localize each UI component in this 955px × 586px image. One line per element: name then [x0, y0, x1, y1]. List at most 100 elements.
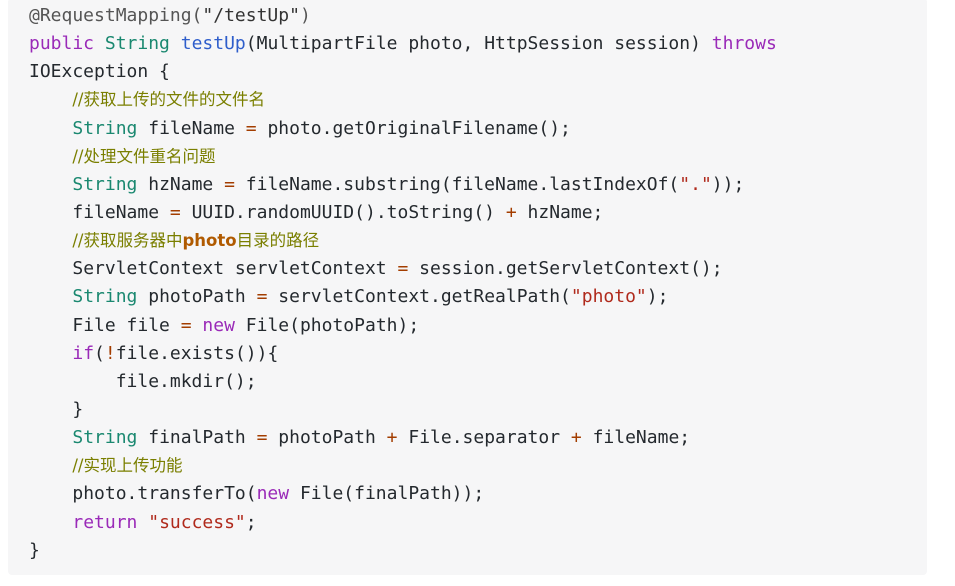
code-token: );	[646, 286, 669, 308]
code-token: ServletContext servletContext	[72, 258, 398, 280]
code-token: fileName;	[581, 427, 691, 449]
code-token: }	[72, 398, 84, 420]
code-token: testUp	[180, 33, 246, 55]
code-token: +	[570, 427, 582, 449]
code-line: //实现上传功能	[29, 452, 927, 480]
code-token: //获取上传的文件的文件名	[72, 90, 265, 110]
code-token: =	[180, 314, 192, 336]
code-token: photo.transferTo(	[72, 483, 257, 505]
code-token: String	[72, 117, 138, 139]
code-token: @RequestMapping(	[29, 5, 203, 26]
code-token: =	[256, 286, 268, 308]
code-token: File(photoPath);	[234, 314, 420, 336]
code-token: if	[72, 342, 95, 364]
code-token: finalPath	[137, 427, 257, 449]
code-line: file.mkdir();	[29, 368, 927, 396]
code-token: !	[104, 342, 116, 364]
code-block[interactable]: @RequestMapping("/testUp") public String …	[8, 0, 927, 575]
code-token: UUID.randomUUID().toString()	[180, 201, 506, 223]
code-token: +	[505, 201, 517, 223]
code-line: String fileName = photo.getOriginalFilen…	[29, 115, 927, 143]
code-token: "."	[679, 173, 712, 195]
code-token: servletContext.getRealPath(	[267, 286, 571, 308]
code-token: (	[94, 342, 105, 364]
code-token: photoPath	[137, 286, 257, 308]
code-token: =	[169, 201, 181, 223]
code-token: 目录的路径	[236, 231, 320, 251]
code-line: IOException {	[29, 58, 927, 86]
code-token: throws	[711, 33, 777, 55]
code-line: public String testUp(MultipartFile photo…	[29, 30, 927, 58]
code-line: //处理文件重名问题	[29, 143, 927, 171]
code-token: hzName	[137, 173, 225, 195]
code-line: if(!file.exists()){	[29, 340, 927, 368]
code-token: //实现上传功能	[72, 456, 183, 476]
code-token: new	[256, 483, 290, 505]
code-token: }	[29, 539, 40, 561]
code-token: =	[245, 117, 257, 139]
code-token: String	[72, 286, 138, 308]
code-token: //处理文件重名问题	[72, 146, 216, 166]
code-token: (MultipartFile photo, HttpSession sessio…	[245, 33, 712, 55]
code-token: "success"	[148, 511, 246, 533]
code-token: photoPath	[267, 427, 387, 449]
code-line: String photoPath = servletContext.getRea…	[29, 283, 927, 311]
code-line: //获取服务器中photo目录的路径	[29, 227, 927, 255]
code-token: =	[397, 258, 409, 280]
code-line: String hzName = fileName.substring(fileN…	[29, 171, 927, 199]
code-token: String	[72, 173, 138, 195]
code-token: )	[299, 5, 311, 26]
code-token: "photo"	[570, 286, 647, 308]
code-token: String	[72, 427, 138, 449]
code-line: photo.transferTo(new File(finalPath));	[29, 480, 927, 508]
code-token: return	[72, 511, 138, 533]
code-token: File(finalPath));	[289, 483, 485, 505]
code-token: file.exists()){	[115, 342, 279, 364]
code-token: String	[104, 33, 170, 55]
code-token: =	[224, 173, 235, 195]
code-token: //获取服务器中	[72, 231, 183, 251]
code-token: IOException {	[29, 61, 170, 83]
code-token: photo	[182, 231, 237, 251]
code-line: File file = new File(photoPath);	[29, 312, 927, 340]
code-line: @RequestMapping("/testUp")	[29, 2, 927, 30]
code-token: public	[29, 33, 95, 55]
code-token: ;	[245, 511, 257, 533]
code-line: String finalPath = photoPath + File.sepa…	[29, 424, 927, 452]
code-token: new	[202, 314, 235, 336]
code-token: fileName	[137, 117, 246, 139]
code-line: }	[29, 396, 927, 424]
code-token: photo.getOriginalFilename();	[256, 117, 571, 139]
code-token: File file	[72, 314, 181, 336]
code-token: ));	[711, 173, 745, 195]
code-token: File.separator	[397, 427, 571, 449]
code-token: fileName	[72, 201, 170, 223]
code-token: file.mkdir();	[115, 370, 257, 392]
code-token: +	[386, 427, 398, 449]
code-line: }	[29, 537, 927, 565]
code-line: return "success";	[29, 509, 927, 537]
code-line: //获取上传的文件的文件名	[29, 86, 927, 114]
code-token: hzName;	[516, 201, 604, 223]
code-token: fileName.substring(fileName.lastIndexOf(	[234, 173, 680, 195]
code-line: fileName = UUID.randomUUID().toString() …	[29, 199, 927, 227]
code-token: "/testUp"	[202, 5, 300, 26]
code-token: =	[256, 427, 268, 449]
